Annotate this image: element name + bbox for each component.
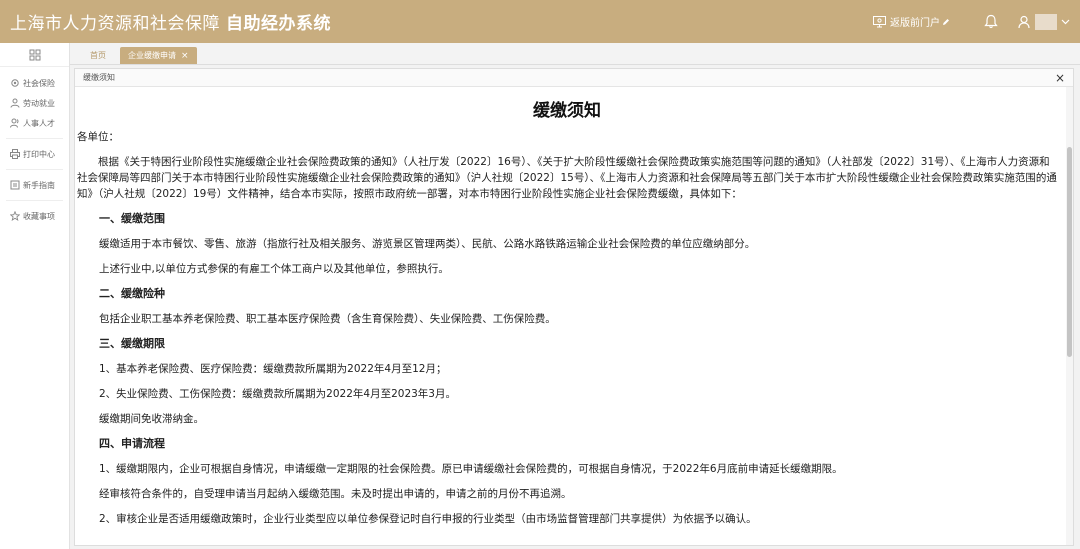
chevron-down-icon [1061, 19, 1070, 24]
section-heading: 三、缓缴期限 [99, 337, 165, 350]
pencil-icon [943, 18, 949, 25]
user-name-redacted [1035, 13, 1057, 30]
app-title-main: 上海市人力资源和社会保障 [10, 14, 220, 34]
section-heading: 四、申请流程 [99, 437, 165, 450]
paragraph: 2、审核企业是否适用缓缴政策时，企业行业类型应以单位参保登记时自行申报的行业类型… [99, 513, 757, 525]
sidebar-item-label: 人事人才 [23, 118, 55, 128]
sidebar-item-employment[interactable]: 劳动就业 [0, 93, 69, 113]
section-heading: 二、缓缴险种 [99, 287, 165, 300]
app-title: 上海市人力资源和社会保障 自助经办系统 [0, 9, 331, 34]
tab-bar: 首页 企业缓缴申请 × [70, 43, 1080, 65]
paragraph: 缓缴适用于本市餐饮、零售、旅游（指旅行社及相关服务、游览景区管理两类）、民航、公… [99, 238, 756, 250]
paragraph: 1、基本养老保险费、医疗保险费：缓缴费款所属期为2022年4月至12月； [99, 363, 447, 375]
notice-panel: 缓缴须知 × 缓缴须知 各单位： 根据《关于特困行业阶段性实施缓缴企业社会保险费… [74, 68, 1074, 546]
close-icon[interactable]: × [1055, 72, 1065, 84]
tab-label: 企业缓缴申请 [128, 51, 176, 60]
paragraph: 2、失业保险费、工伤保险费：缓缴费款所属期为2022年4月至2023年3月。 [99, 388, 456, 400]
tab-home[interactable]: 首页 [82, 47, 114, 64]
user-avatar-icon [1018, 15, 1030, 28]
paragraph: 经审核符合条件的，自受理申请当月起纳入缓缴范围。未及时提出申请的，申请之前的月份… [99, 488, 572, 500]
return-portal-link[interactable]: 返版前门户 [873, 14, 954, 29]
top-bar: 上海市人力资源和社会保障 自助经办系统 返版前门户 [0, 0, 1080, 43]
tab-enterprise-deferral-application[interactable]: 企业缓缴申请 × [120, 47, 197, 64]
section-heading: 一、缓缴范围 [99, 212, 165, 225]
vertical-scrollbar[interactable] [1066, 87, 1073, 545]
panel-header: 缓缴须知 × [75, 69, 1073, 87]
paragraph: 缓缴期间免收滞纳金。 [99, 413, 204, 425]
sidebar-item-label: 社会保险 [23, 78, 55, 88]
notice-content[interactable]: 缓缴须知 各单位： 根据《关于特困行业阶段性实施缓缴企业社会保险费政策的通知》（… [75, 87, 1067, 545]
sidebar-item-beginner-guide[interactable]: 新手指南 [0, 175, 69, 195]
sidebar-item-label: 劳动就业 [23, 98, 55, 108]
close-icon[interactable]: × [181, 51, 189, 61]
intro-paragraph: 根据《关于特困行业阶段性实施缓缴企业社会保险费政策的通知》（人社厅发〔2022〕… [77, 156, 1057, 200]
star-icon [10, 211, 20, 221]
paragraph: 包括企业职工基本养老保险费、职工基本医疗保险费（含生育保险费）、失业保险费、工伤… [99, 313, 556, 325]
paragraph: 1、缓缴期限内，企业可根据自身情况，申请缓缴一定期限的社会保险费。原已申请缓缴社… [99, 463, 843, 475]
monitor-icon [873, 15, 886, 27]
guide-icon [10, 180, 20, 190]
sidebar-toggle[interactable] [0, 43, 69, 67]
people-icon [10, 118, 19, 128]
salutation: 各单位： [77, 131, 119, 143]
sidebar-item-hr-talent[interactable]: 人事人才 [0, 113, 69, 133]
app-title-sub: 自助经办系统 [226, 14, 331, 34]
user-menu[interactable] [1018, 13, 1070, 30]
panel-title: 缓缴须知 [83, 73, 115, 82]
document-title: 缓缴须知 [533, 101, 601, 121]
sidebar-item-favorites[interactable]: 收藏事项 [0, 206, 69, 226]
sidebar-divider [6, 200, 63, 201]
grid-icon [29, 49, 40, 60]
sidebar-divider [6, 169, 63, 170]
printer-icon [10, 149, 20, 159]
gear-icon [11, 79, 19, 87]
top-right-actions: 返版前门户 [873, 0, 1080, 43]
notification-bell-icon[interactable] [984, 14, 998, 29]
sidebar-item-print-center[interactable]: 打印中心 [0, 144, 69, 164]
sidebar-item-label: 打印中心 [23, 149, 55, 159]
scroll-thumb[interactable] [1067, 147, 1072, 357]
return-portal-label: 返版前门户 [890, 18, 940, 29]
paragraph: 上述行业中,以单位方式参保的有雇工个体工商户以及其他单位，参照执行。 [99, 263, 449, 275]
sidebar-item-label: 新手指南 [23, 180, 55, 190]
tab-label: 首页 [90, 51, 106, 60]
sidebar-divider [6, 138, 63, 139]
person-icon [10, 98, 20, 108]
sidebar: 社会保险 劳动就业 人事人才 打印中心 新手指南 收藏事项 [0, 43, 70, 549]
sidebar-item-social-insurance[interactable]: 社会保险 [0, 73, 69, 93]
sidebar-item-label: 收藏事项 [23, 211, 55, 221]
